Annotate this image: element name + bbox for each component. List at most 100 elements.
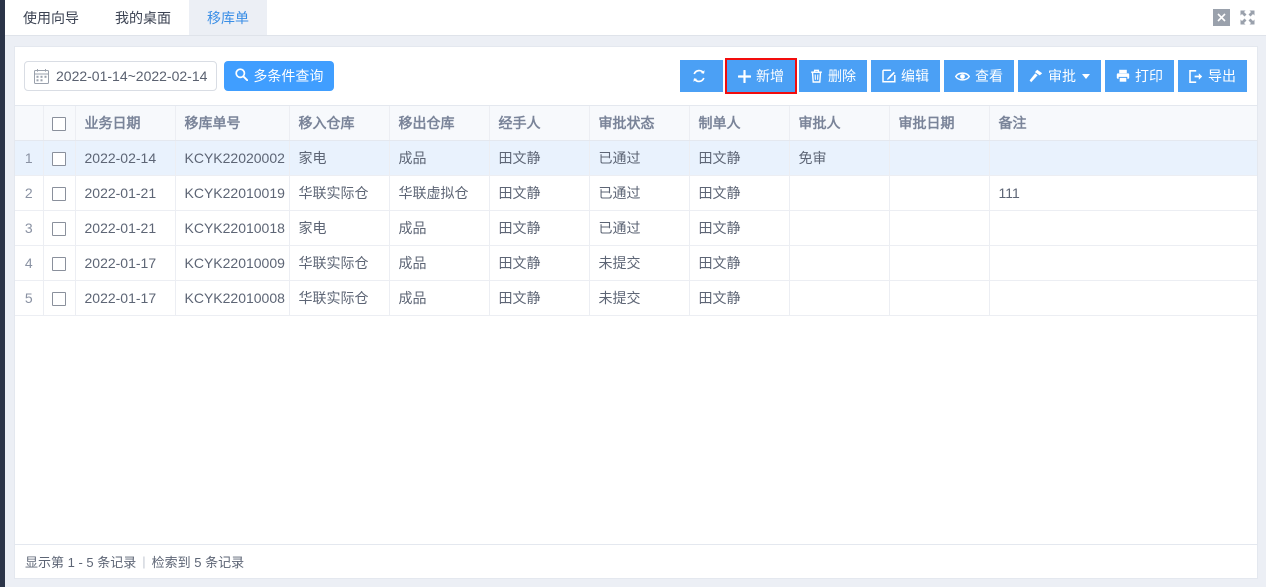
expand-icon[interactable] bbox=[1239, 9, 1256, 26]
tab-label: 我的桌面 bbox=[115, 9, 171, 26]
tab-usage-guide[interactable]: 使用向导 bbox=[5, 0, 97, 35]
cell-transfer-no: KCYK22020002 bbox=[175, 140, 290, 176]
cell-approval-date bbox=[889, 280, 990, 316]
print-button[interactable]: 打印 bbox=[1105, 60, 1174, 92]
header-approver[interactable]: 审批人 bbox=[789, 106, 890, 141]
row-select[interactable] bbox=[43, 140, 76, 176]
printer-icon bbox=[1116, 69, 1130, 83]
cell-remark bbox=[989, 245, 1257, 281]
refresh-button[interactable] bbox=[680, 60, 723, 92]
main-panel: 2022-01-14~2022-02-14 多条件查询 新增 删除 编辑 查看 … bbox=[14, 46, 1258, 545]
refresh-icon bbox=[692, 69, 706, 83]
approve-button[interactable]: 审批 bbox=[1018, 60, 1101, 92]
header-approval-status[interactable]: 审批状态 bbox=[589, 106, 690, 141]
row-checkbox[interactable] bbox=[52, 256, 66, 271]
row-checkbox[interactable] bbox=[52, 151, 66, 166]
header-creator[interactable]: 制单人 bbox=[689, 106, 790, 141]
eye-icon bbox=[955, 71, 970, 82]
cell-approver bbox=[789, 175, 890, 211]
print-label: 打印 bbox=[1135, 68, 1163, 84]
header-select-all[interactable] bbox=[43, 106, 76, 141]
cell-remark bbox=[989, 280, 1257, 316]
row-index: 4 bbox=[15, 245, 44, 281]
tab-transfer-order[interactable]: 移库单 bbox=[189, 0, 267, 35]
trash-icon bbox=[810, 69, 823, 83]
row-checkbox[interactable] bbox=[52, 186, 66, 201]
cell-approver bbox=[789, 280, 890, 316]
status-bar: 显示第 1 - 5 条记录 | 检索到 5 条记录 bbox=[14, 545, 1258, 579]
toolbar: 2022-01-14~2022-02-14 多条件查询 新增 删除 编辑 查看 … bbox=[15, 47, 1257, 105]
add-label: 新增 bbox=[756, 68, 784, 84]
edit-button[interactable]: 编辑 bbox=[871, 60, 940, 92]
cell-handler: 田文静 bbox=[489, 280, 590, 316]
table-row[interactable]: 5 2022-01-17 KCYK22010008 华联实际仓 成品 田文静 未… bbox=[15, 280, 1257, 316]
multi-condition-query-button[interactable]: 多条件查询 bbox=[224, 61, 335, 91]
cell-approval-date bbox=[889, 140, 990, 176]
edit-pencil-icon bbox=[882, 69, 896, 83]
records-total-label: 检索到 5 条记录 bbox=[151, 555, 245, 570]
row-checkbox[interactable] bbox=[52, 291, 66, 306]
tab-my-desktop[interactable]: 我的桌面 bbox=[97, 0, 189, 35]
table-header-row: 业务日期 移库单号 移入仓库 移出仓库 经手人 审批状态 制单人 审批人 审批日… bbox=[15, 106, 1257, 141]
query-label: 多条件查询 bbox=[253, 68, 324, 84]
cell-in-warehouse: 家电 bbox=[289, 140, 390, 176]
delete-button[interactable]: 删除 bbox=[799, 60, 867, 92]
window-controls bbox=[1213, 0, 1266, 35]
delete-label: 删除 bbox=[828, 68, 856, 84]
header-remark[interactable]: 备注 bbox=[989, 106, 1257, 141]
export-button[interactable]: 导出 bbox=[1178, 60, 1247, 92]
cell-business-date: 2022-01-17 bbox=[75, 245, 176, 281]
add-button[interactable]: 新增 bbox=[725, 58, 797, 94]
table-row[interactable]: 3 2022-01-21 KCYK22010018 家电 成品 田文静 已通过 … bbox=[15, 210, 1257, 246]
approve-label: 审批 bbox=[1048, 68, 1076, 84]
row-select[interactable] bbox=[43, 280, 76, 316]
chevron-down-icon bbox=[1082, 73, 1090, 79]
toolbar-actions: 新增 删除 编辑 查看 审批 打印 导出 bbox=[680, 58, 1247, 94]
table-row[interactable]: 1 2022-02-14 KCYK22020002 家电 成品 田文静 已通过 … bbox=[15, 140, 1257, 176]
header-approval-date[interactable]: 审批日期 bbox=[889, 106, 990, 141]
close-icon[interactable] bbox=[1213, 9, 1230, 26]
row-select[interactable] bbox=[43, 210, 76, 246]
tab-bar: 使用向导 我的桌面 移库单 bbox=[5, 0, 1266, 36]
header-transfer-no[interactable]: 移库单号 bbox=[175, 106, 290, 141]
header-business-date[interactable]: 业务日期 bbox=[75, 106, 176, 141]
date-range-input[interactable]: 2022-01-14~2022-02-14 bbox=[24, 61, 218, 91]
cell-approval-status: 未提交 bbox=[589, 245, 690, 281]
cell-business-date: 2022-02-14 bbox=[75, 140, 176, 176]
calendar-icon bbox=[34, 68, 49, 84]
cell-approver bbox=[789, 210, 890, 246]
cell-out-warehouse: 成品 bbox=[389, 245, 490, 281]
cell-in-warehouse: 家电 bbox=[289, 210, 390, 246]
cell-handler: 田文静 bbox=[489, 245, 590, 281]
cell-in-warehouse: 华联实际仓 bbox=[289, 280, 390, 316]
table-row[interactable]: 4 2022-01-17 KCYK22010009 华联实际仓 成品 田文静 未… bbox=[15, 245, 1257, 281]
row-select[interactable] bbox=[43, 175, 76, 211]
cell-business-date: 2022-01-21 bbox=[75, 175, 176, 211]
view-button[interactable]: 查看 bbox=[944, 60, 1014, 92]
row-checkbox[interactable] bbox=[52, 221, 66, 236]
cell-approval-date bbox=[889, 210, 990, 246]
row-index: 2 bbox=[15, 175, 44, 211]
header-handler[interactable]: 经手人 bbox=[489, 106, 590, 141]
cell-out-warehouse: 成品 bbox=[389, 280, 490, 316]
cell-creator: 田文静 bbox=[689, 210, 790, 246]
cell-creator: 田文静 bbox=[689, 175, 790, 211]
cell-creator: 田文静 bbox=[689, 245, 790, 281]
table-container: 业务日期 移库单号 移入仓库 移出仓库 经手人 审批状态 制单人 审批人 审批日… bbox=[15, 105, 1257, 544]
cell-approval-status: 已通过 bbox=[589, 210, 690, 246]
tab-label: 移库单 bbox=[207, 9, 249, 26]
cell-approver: 免审 bbox=[789, 140, 890, 176]
cell-transfer-no: KCYK22010008 bbox=[175, 280, 290, 316]
row-select[interactable] bbox=[43, 245, 76, 281]
cell-business-date: 2022-01-21 bbox=[75, 210, 176, 246]
table-row[interactable]: 2 2022-01-21 KCYK22010019 华联实际仓 华联虚拟仓 田文… bbox=[15, 175, 1257, 211]
header-out-warehouse[interactable]: 移出仓库 bbox=[389, 106, 490, 141]
cell-transfer-no: KCYK22010018 bbox=[175, 210, 290, 246]
view-label: 查看 bbox=[975, 68, 1003, 84]
select-all-checkbox[interactable] bbox=[52, 116, 66, 131]
edit-label: 编辑 bbox=[901, 68, 929, 84]
export-label: 导出 bbox=[1208, 68, 1236, 84]
cell-approval-date bbox=[889, 245, 990, 281]
header-index bbox=[15, 106, 44, 141]
header-in-warehouse[interactable]: 移入仓库 bbox=[289, 106, 390, 141]
